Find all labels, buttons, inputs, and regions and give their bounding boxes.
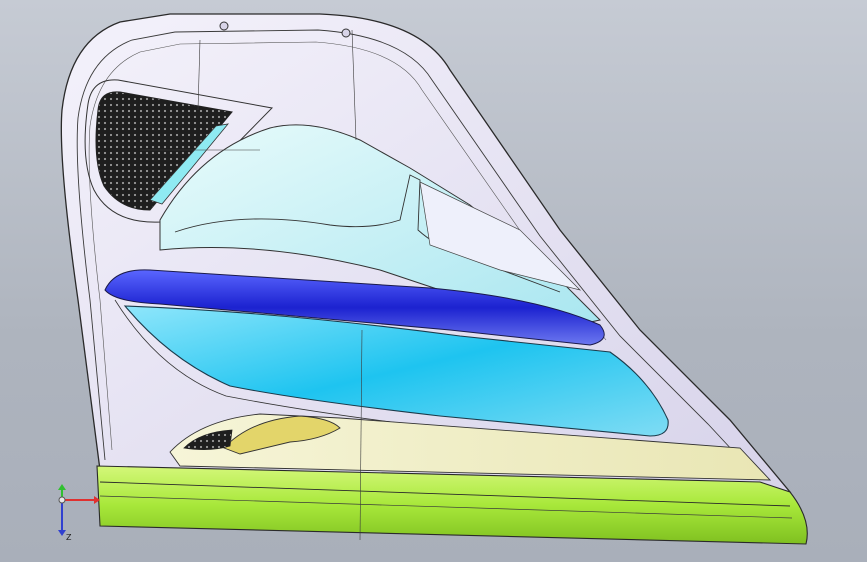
y-axis-arrow xyxy=(58,484,66,490)
triad-origin xyxy=(58,496,66,504)
x-axis-arrow xyxy=(94,496,100,504)
door-panel-model[interactable] xyxy=(0,0,867,562)
z-axis-label: Z xyxy=(66,533,72,542)
clip-1 xyxy=(219,21,229,31)
graphics-viewport[interactable]: Z xyxy=(0,0,867,562)
reference-triad: Z xyxy=(58,484,100,542)
clip-2 xyxy=(341,28,351,38)
z-axis-arrow xyxy=(58,530,66,536)
